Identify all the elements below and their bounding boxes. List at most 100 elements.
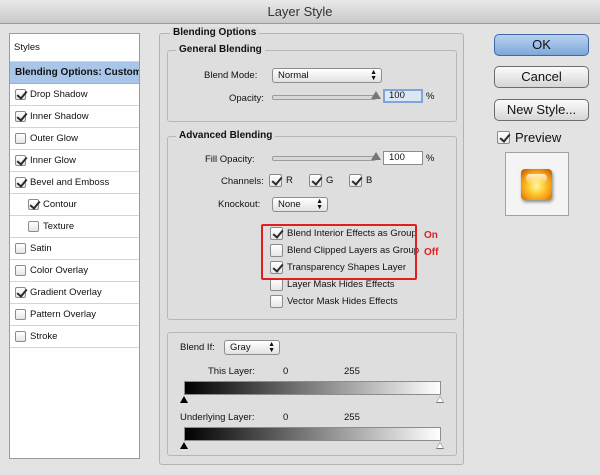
checkbox-checked-icon[interactable] [15,287,26,298]
fill-opacity-slider[interactable] [272,156,376,161]
checkbox-unchecked-icon[interactable] [15,133,26,144]
checkbox-unchecked-icon[interactable] [15,265,26,276]
channels-label: Channels: [221,176,264,187]
opacity-unit: % [426,91,435,102]
select-arrows-icon: ▲ ▼ [316,198,323,211]
checkbox-checked-icon[interactable] [15,177,26,188]
checkbox-checked-icon [309,174,322,187]
blend-if-select[interactable]: Gray ▲ ▼ [224,340,280,355]
checkbox-checked-icon[interactable] [28,199,39,210]
style-item[interactable]: Inner Glow [10,150,139,172]
checkbox-unchecked-icon[interactable] [15,243,26,254]
this-layer-white-slider[interactable] [436,396,444,403]
annotation-off: Off [424,247,439,258]
blend-if-group: Blend If: Gray ▲ ▼ This Layer: 0 255 Unde… [167,332,457,456]
style-item[interactable]: Texture [10,216,139,238]
knockout-select[interactable]: None ▲ ▼ [272,197,328,212]
blend-mode-label: Blend Mode: [204,70,258,81]
this-layer-label: This Layer: [208,366,255,377]
knockout-label: Knockout: [218,199,261,210]
style-item-label: Contour [43,199,77,210]
style-item-label: Stroke [30,331,58,342]
underlying-layer-white-slider[interactable] [436,442,444,449]
checkbox-unchecked-icon[interactable] [15,331,26,342]
advanced-option-checkbox[interactable]: Vector Mask Hides Effects [270,295,398,308]
annotation-on: On [424,230,438,241]
opacity-input[interactable]: 100 [383,89,423,103]
style-item[interactable]: Inner Shadow [10,106,139,128]
style-item[interactable]: Outer Glow [10,128,139,150]
cancel-button[interactable]: Cancel [494,66,589,88]
checkbox-unchecked-icon[interactable] [28,221,39,232]
general-blending-title: General Blending [176,44,265,55]
annotation-highlight-box [261,224,417,280]
underlying-layer-max: 255 [344,412,360,423]
channel-b-checkbox[interactable]: B [349,174,372,187]
new-style-button[interactable]: New Style... [494,99,589,121]
advanced-blending-title: Advanced Blending [176,130,276,141]
checkbox-unchecked-icon [270,295,283,308]
preview-swatch [521,169,552,200]
style-item-label: Inner Glow [30,155,76,166]
underlying-layer-gradient-bar [184,427,441,441]
dialog-content: Styles Blending Options: Custom Drop Sha… [0,24,600,475]
blend-mode-select[interactable]: Normal ▲ ▼ [272,68,382,83]
underlying-layer-black-slider[interactable] [180,442,188,449]
style-item-label: Color Overlay [30,265,89,276]
channel-r-checkbox[interactable]: R [269,174,293,187]
select-arrows-icon: ▲ ▼ [370,69,377,82]
style-item[interactable]: Contour [10,194,139,216]
style-item-label: Pattern Overlay [30,309,96,320]
channel-g-checkbox[interactable]: G [309,174,333,187]
style-item[interactable]: Bevel and Emboss [10,172,139,194]
ok-button[interactable]: OK [494,34,589,56]
style-item[interactable]: Color Overlay [10,260,139,282]
checkbox-checked-icon[interactable] [15,155,26,166]
this-layer-black-slider[interactable] [180,396,188,403]
blending-options-title: Blending Options [170,27,260,38]
opacity-slider-thumb[interactable] [371,91,381,99]
style-preview-thumbnail [505,152,569,216]
style-item-label: Outer Glow [30,133,79,144]
advanced-option-label: Vector Mask Hides Effects [287,296,398,307]
blending-options-panel: Blending Options General Blending Blend … [159,27,464,465]
preview-label: Preview [515,130,562,145]
preview-checkbox[interactable]: Preview [497,130,561,145]
checkbox-checked-icon[interactable] [15,89,26,100]
checkbox-checked-icon [497,131,510,144]
window-title: Layer Style [0,0,600,24]
fill-opacity-label: Fill Opacity: [205,154,255,165]
style-item[interactable]: Stroke [10,326,139,348]
general-blending-group: General Blending Blend Mode: Normal ▲ ▼ O… [167,44,457,122]
blend-if-value: Gray [230,342,251,353]
this-layer-max: 255 [344,366,360,377]
opacity-label: Opacity: [229,93,264,104]
style-item[interactable]: Satin [10,238,139,260]
style-item-label: Bevel and Emboss [30,177,110,188]
knockout-value: None [278,199,301,210]
checkbox-checked-icon[interactable] [15,111,26,122]
style-item-label: Drop Shadow [30,89,88,100]
opacity-slider[interactable] [272,95,376,100]
fill-opacity-input[interactable]: 100 [383,151,423,165]
style-item[interactable]: Drop Shadow [10,84,139,106]
style-item[interactable]: Pattern Overlay [10,304,139,326]
blend-if-label: Blend If: [180,342,215,353]
channel-g-label: G [326,175,334,186]
select-arrows-icon: ▲ ▼ [268,341,275,354]
underlying-layer-label: Underlying Layer: [180,412,255,423]
blending-options-item[interactable]: Blending Options: Custom [10,62,139,84]
fill-opacity-slider-thumb[interactable] [371,152,381,160]
style-item-label: Texture [43,221,75,232]
fill-opacity-unit: % [426,153,435,164]
channel-r-label: R [286,175,293,186]
style-item[interactable]: Gradient Overlay [10,282,139,304]
checkbox-unchecked-icon[interactable] [15,309,26,320]
this-layer-gradient-bar [184,381,441,395]
blend-mode-value: Normal [278,70,309,81]
channel-b-label: B [366,175,373,186]
style-item-label: Inner Shadow [30,111,89,122]
styles-header[interactable]: Styles [10,34,139,62]
style-item-label: Satin [30,243,52,254]
underlying-layer-min: 0 [283,412,289,423]
